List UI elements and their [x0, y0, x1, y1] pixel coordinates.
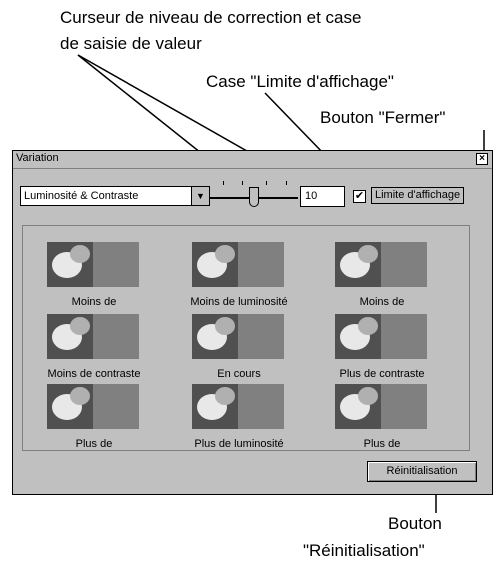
- variation-thumbnail[interactable]: [47, 242, 139, 287]
- variation-label: Plus de luminosité: [194, 438, 284, 450]
- variation-thumbnail[interactable]: [47, 314, 139, 359]
- variation-label: Moins de: [359, 296, 405, 308]
- variation-label: Moins de: [71, 296, 117, 308]
- variation-thumbnail[interactable]: [192, 314, 284, 359]
- chevron-down-icon[interactable]: ▼: [191, 187, 209, 205]
- correction-value-input[interactable]: 10: [300, 186, 345, 207]
- variation-thumbnail[interactable]: [335, 384, 427, 429]
- callout-slider-line1: Curseur de niveau de correction et case: [60, 8, 362, 27]
- limit-display-checkbox[interactable]: ✔: [353, 190, 366, 203]
- callout-close: Bouton "Fermer": [320, 108, 446, 127]
- callout-reset-line1: Bouton: [388, 514, 442, 533]
- variation-cell[interactable]: Moins de: [317, 242, 447, 317]
- slider-tick: [286, 181, 287, 185]
- variation-cell[interactable]: Plus de luminosité: [174, 384, 304, 459]
- limit-display-label[interactable]: Limite d'affichage: [371, 187, 465, 204]
- variation-grid: Moins de Moins de luminosité Moins de Mo…: [22, 225, 470, 451]
- mode-select[interactable]: Luminosité & Contraste ▼: [20, 186, 210, 206]
- close-icon: ×: [479, 153, 485, 164]
- variation-thumbnail[interactable]: [192, 242, 284, 287]
- variation-label: En cours: [217, 368, 261, 380]
- window-title: Variation: [16, 152, 59, 164]
- variation-label: Moins de luminosité: [190, 296, 288, 308]
- variation-thumbnail[interactable]: [47, 384, 139, 429]
- variation-label: Plus de: [363, 438, 401, 450]
- callout-slider-line2: de saisie de valeur: [60, 34, 202, 53]
- correction-slider-thumb[interactable]: [249, 187, 259, 207]
- mode-select-value: Luminosité & Contraste: [24, 190, 139, 202]
- variation-window: Variation × Luminosité & Contraste ▼ 10 …: [12, 150, 493, 495]
- callout-limit-box: Case "Limite d'affichage": [206, 72, 394, 91]
- variation-cell[interactable]: Plus de: [29, 384, 159, 459]
- close-button[interactable]: ×: [476, 153, 488, 165]
- callout-reset-line2: "Réinitialisation": [303, 541, 425, 560]
- variation-thumbnail[interactable]: [192, 384, 284, 429]
- variation-label: Moins de contraste: [47, 368, 141, 380]
- title-bar: Variation ×: [13, 151, 492, 169]
- slider-tick: [223, 181, 224, 185]
- variation-cell[interactable]: Plus de: [317, 384, 447, 459]
- variation-cell[interactable]: Moins de contraste: [29, 314, 159, 389]
- variation-thumbnail[interactable]: [335, 314, 427, 359]
- variation-cell[interactable]: Moins de: [29, 242, 159, 317]
- variation-label: Plus de: [75, 438, 113, 450]
- variation-cell[interactable]: Plus de contraste: [317, 314, 447, 389]
- slider-tick: [266, 181, 267, 185]
- variation-thumbnail[interactable]: [335, 242, 427, 287]
- variation-cell-current[interactable]: En cours: [174, 314, 304, 389]
- slider-tick: [242, 181, 243, 185]
- reset-button[interactable]: Réinitialisation: [367, 461, 477, 482]
- variation-cell[interactable]: Moins de luminosité: [174, 242, 304, 317]
- variation-label: Plus de contraste: [339, 368, 425, 380]
